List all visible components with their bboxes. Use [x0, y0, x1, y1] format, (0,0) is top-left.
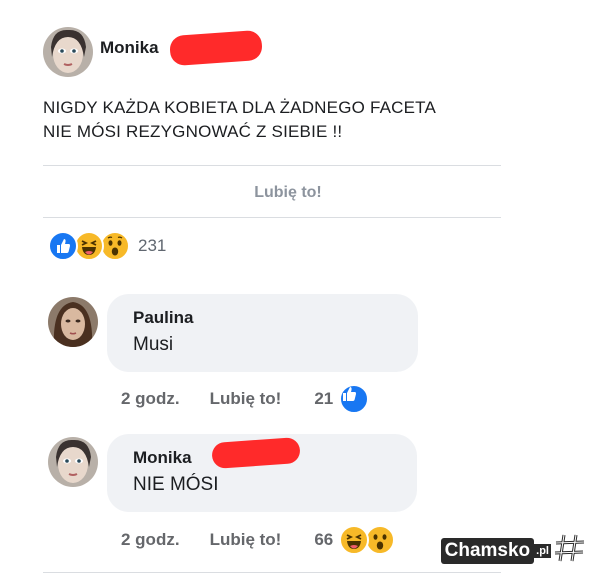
comment-text: NIE MÓSI [133, 474, 219, 495]
like-button[interactable]: Lubię to! [0, 184, 588, 202]
comment-actions: 2 godz. Lubię to! 66 [121, 525, 396, 555]
haha-icon [74, 231, 104, 261]
reactions-summary[interactable]: 231 [48, 229, 166, 263]
comment-author-avatar[interactable] [48, 437, 98, 487]
comment-like-button[interactable]: Lubię to! [210, 530, 282, 550]
like-icon [339, 384, 370, 414]
comment-like-button[interactable]: Lubię to! [210, 389, 282, 409]
reaction-count[interactable]: 231 [138, 236, 166, 256]
divider [43, 165, 501, 166]
hash-logo-icon [554, 533, 588, 569]
like-button-label[interactable]: Lubię to! [254, 184, 322, 201]
post-text-line: NIGDY KAŻDA KOBIETA DLA ŻADNEGO FACETA [43, 98, 437, 117]
divider [43, 572, 501, 573]
watermark: Chamsko .pl [440, 533, 588, 569]
comment-author-name[interactable]: Paulina [133, 308, 418, 328]
wow-icon [365, 525, 396, 555]
post-text: NIGDY KAŻDA KOBIETA DLA ŻADNEGO FACETA N… [43, 96, 436, 144]
post-author-avatar[interactable] [43, 27, 93, 77]
comment-timestamp[interactable]: 2 godz. [121, 389, 180, 409]
comment-text: Musi [133, 334, 174, 355]
divider [43, 217, 501, 218]
watermark-suffix: .pl [534, 544, 551, 558]
redaction-mark [169, 29, 263, 67]
comment-reaction-count[interactable]: 66 [314, 530, 333, 550]
comment-reaction-count[interactable]: 21 [314, 389, 333, 409]
comment-timestamp[interactable]: 2 godz. [121, 530, 180, 550]
haha-icon [339, 525, 370, 555]
post-text-line: NIE MÓSI REZYGNOWAĆ Z SIEBIE !! [43, 122, 343, 141]
like-icon [48, 231, 78, 261]
post-author-name[interactable]: Monika [100, 38, 159, 58]
comment-actions: 2 godz. Lubię to! 21 [121, 384, 370, 414]
watermark-text: Chamsko [440, 538, 535, 564]
comment-bubble[interactable]: Paulina Musi [107, 294, 418, 372]
comment-author-avatar[interactable] [48, 297, 98, 347]
wow-icon [100, 231, 130, 261]
